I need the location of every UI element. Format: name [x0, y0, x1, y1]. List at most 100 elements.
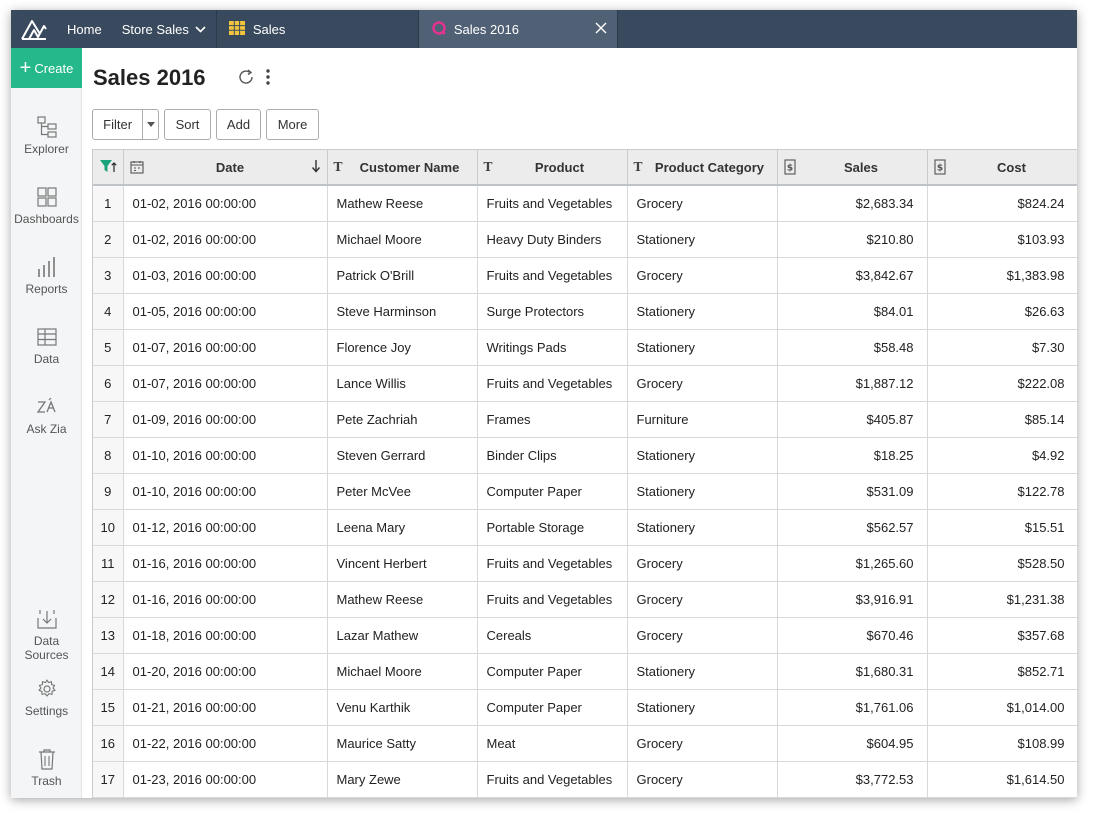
table-cell[interactable]: $1,680.31 — [777, 653, 928, 690]
table-cell[interactable]: Computer Paper — [477, 653, 628, 690]
table-cell[interactable]: Grocery — [627, 617, 778, 654]
table-cell[interactable]: $1,614.50 — [927, 761, 1077, 798]
table-cell[interactable]: Mathew Reese — [327, 185, 478, 222]
table-row[interactable]: 17 01-23, 2016 00:00:00 Mary Zewe Fruits an… — [93, 761, 1077, 798]
column-header-product-category[interactable]: T Product Category — [627, 150, 778, 186]
table-cell[interactable]: 01-23, 2016 00:00:00 — [123, 761, 328, 798]
table-cell[interactable]: Vincent Herbert — [327, 545, 478, 582]
column-header-sales[interactable]: $ Sales — [777, 150, 928, 186]
table-row[interactable]: 3 01-03, 2016 00:00:00 Patrick O'Brill Frui… — [93, 257, 1077, 294]
nav-home[interactable]: Home — [57, 10, 112, 48]
table-cell[interactable]: Frames — [477, 401, 628, 438]
sidebar-item-explorer[interactable]: Explorer — [11, 116, 82, 156]
nav-workspace-dropdown[interactable]: Store Sales — [112, 10, 216, 48]
table-cell[interactable]: 01-09, 2016 00:00:00 — [123, 401, 328, 438]
create-button[interactable]: + Create — [11, 48, 82, 88]
table-cell[interactable]: $210.80 — [777, 221, 928, 258]
table-cell[interactable]: Binder Clips — [477, 437, 628, 474]
table-cell[interactable]: Maurice Satty — [327, 725, 478, 762]
table-cell[interactable]: $108.99 — [927, 725, 1077, 762]
table-cell[interactable]: Portable Storage — [477, 509, 628, 546]
table-cell[interactable]: Grocery — [627, 581, 778, 618]
filter-sort-corner[interactable] — [93, 150, 124, 186]
table-cell[interactable]: Pete Zachriah — [327, 401, 478, 438]
table-cell[interactable]: Mary Zewe — [327, 761, 478, 798]
table-cell[interactable]: Lazar Mathew — [327, 617, 478, 654]
app-logo-icon[interactable] — [11, 10, 57, 48]
add-button[interactable]: Add — [216, 109, 261, 140]
table-cell[interactable]: Florence Joy — [327, 329, 478, 366]
table-cell[interactable]: $122.78 — [927, 473, 1077, 510]
table-cell[interactable]: Stationery — [627, 509, 778, 546]
table-cell[interactable]: Fruits and Vegetables — [477, 365, 628, 402]
table-cell[interactable]: Stationery — [627, 437, 778, 474]
table-cell[interactable]: Stationery — [627, 329, 778, 366]
table-cell[interactable]: $3,916.91 — [777, 581, 928, 618]
table-cell[interactable]: Stationery — [627, 689, 778, 726]
table-cell[interactable]: 01-20, 2016 00:00:00 — [123, 653, 328, 690]
table-row[interactable]: 10 01-12, 2016 00:00:00 Leena Mary Portable… — [93, 509, 1077, 546]
table-cell[interactable]: $562.57 — [777, 509, 928, 546]
table-cell[interactable]: Stationery — [627, 473, 778, 510]
table-cell[interactable]: $222.08 — [927, 365, 1077, 402]
table-cell[interactable]: Steve Harminson — [327, 293, 478, 330]
more-button[interactable]: More — [266, 109, 319, 140]
table-cell[interactable]: Fruits and Vegetables — [477, 185, 628, 222]
more-options-icon[interactable] — [265, 68, 271, 91]
table-cell[interactable]: Meat — [477, 725, 628, 762]
tab-sales[interactable]: Sales — [217, 10, 418, 48]
table-cell[interactable]: $1,265.60 — [777, 545, 928, 582]
sidebar-item-settings[interactable]: Settings — [11, 678, 82, 718]
table-cell[interactable]: $3,842.67 — [777, 257, 928, 294]
table-cell[interactable]: Michael Moore — [327, 221, 478, 258]
filter-button[interactable]: Filter — [92, 109, 159, 140]
table-row[interactable]: 5 01-07, 2016 00:00:00 Florence Joy Writing… — [93, 329, 1077, 366]
table-cell[interactable]: Grocery — [627, 257, 778, 294]
table-row[interactable]: 6 01-07, 2016 00:00:00 Lance Willis Fruits … — [93, 365, 1077, 402]
table-cell[interactable]: Computer Paper — [477, 689, 628, 726]
table-cell[interactable]: $1,014.00 — [927, 689, 1077, 726]
table-cell[interactable]: Fruits and Vegetables — [477, 761, 628, 798]
table-cell[interactable]: $58.48 — [777, 329, 928, 366]
column-header-customer-name[interactable]: T Customer Name — [327, 150, 478, 186]
table-cell[interactable]: Grocery — [627, 365, 778, 402]
table-cell[interactable]: Computer Paper — [477, 473, 628, 510]
table-cell[interactable]: 01-02, 2016 00:00:00 — [123, 185, 328, 222]
table-row[interactable]: 9 01-10, 2016 00:00:00 Peter McVee Computer… — [93, 473, 1077, 510]
table-row[interactable]: 7 01-09, 2016 00:00:00 Pete Zachriah Frames… — [93, 401, 1077, 438]
table-cell[interactable]: $1,231.38 — [927, 581, 1077, 618]
table-cell[interactable]: Heavy Duty Binders — [477, 221, 628, 258]
sidebar-item-ask-zia[interactable]: Ask Zia — [11, 396, 82, 436]
table-row[interactable]: 2 01-02, 2016 00:00:00 Michael Moore Heavy … — [93, 221, 1077, 258]
table-row[interactable]: 11 01-16, 2016 00:00:00 Vincent Herbert Fru… — [93, 545, 1077, 582]
table-cell[interactable]: 01-22, 2016 00:00:00 — [123, 725, 328, 762]
table-cell[interactable]: Fruits and Vegetables — [477, 581, 628, 618]
table-cell[interactable]: 01-07, 2016 00:00:00 — [123, 365, 328, 402]
table-cell[interactable]: Furniture — [627, 401, 778, 438]
table-cell[interactable]: $7.30 — [927, 329, 1077, 366]
table-cell[interactable]: Grocery — [627, 725, 778, 762]
table-cell[interactable]: $3,772.53 — [777, 761, 928, 798]
sidebar-item-reports[interactable]: Reports — [11, 256, 82, 296]
table-cell[interactable]: $405.87 — [777, 401, 928, 438]
table-cell[interactable]: $531.09 — [777, 473, 928, 510]
table-cell[interactable]: Stationery — [627, 653, 778, 690]
column-header-date[interactable]: Date — [123, 150, 328, 186]
table-cell[interactable]: Venu Karthik — [327, 689, 478, 726]
sidebar-item-data-sources[interactable]: Data Sources — [11, 608, 82, 662]
table-cell[interactable]: 01-10, 2016 00:00:00 — [123, 437, 328, 474]
table-cell[interactable]: $84.01 — [777, 293, 928, 330]
table-cell[interactable]: 01-05, 2016 00:00:00 — [123, 293, 328, 330]
sort-button[interactable]: Sort — [164, 109, 211, 140]
table-cell[interactable]: Lance Willis — [327, 365, 478, 402]
table-cell[interactable]: 01-02, 2016 00:00:00 — [123, 221, 328, 258]
table-cell[interactable]: 01-21, 2016 00:00:00 — [123, 689, 328, 726]
sidebar-item-dashboards[interactable]: Dashboards — [11, 186, 82, 226]
table-cell[interactable]: $103.93 — [927, 221, 1077, 258]
table-cell[interactable]: Grocery — [627, 761, 778, 798]
table-cell[interactable]: 01-16, 2016 00:00:00 — [123, 581, 328, 618]
table-cell[interactable]: Leena Mary — [327, 509, 478, 546]
table-cell[interactable]: $15.51 — [927, 509, 1077, 546]
table-row[interactable]: 4 01-05, 2016 00:00:00 Steve Harminson Surg… — [93, 293, 1077, 330]
table-cell[interactable]: Grocery — [627, 185, 778, 222]
